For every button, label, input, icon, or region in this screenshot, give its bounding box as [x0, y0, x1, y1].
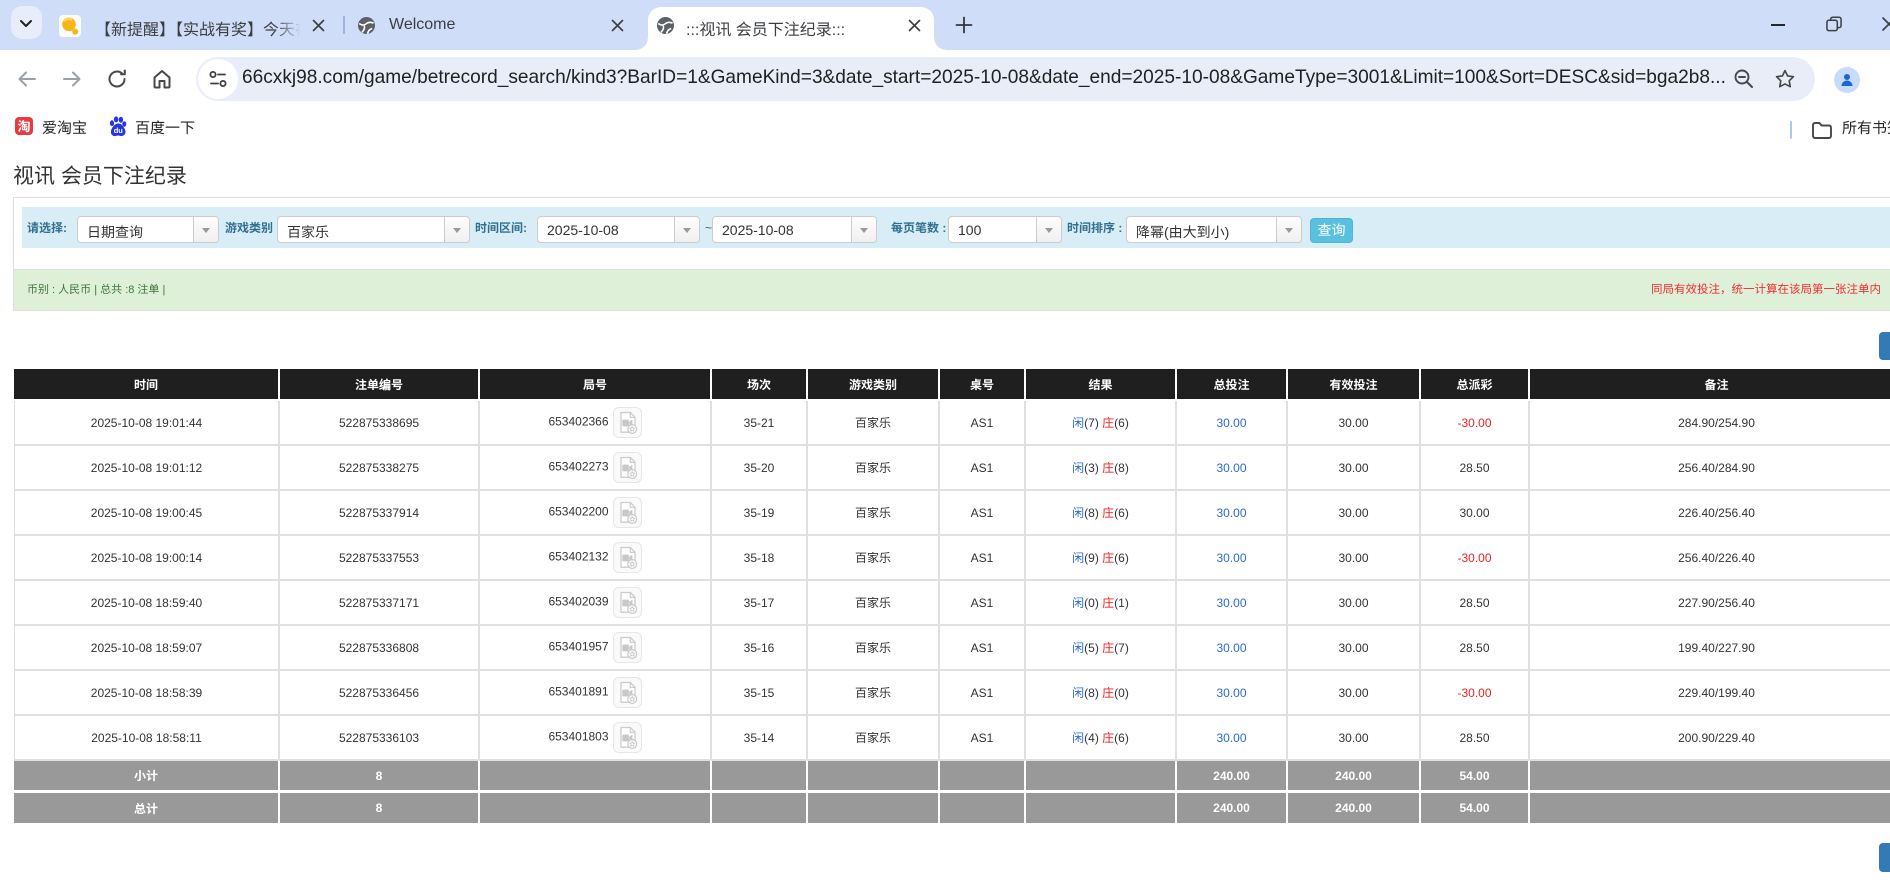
svg-text:du: du — [114, 126, 124, 135]
